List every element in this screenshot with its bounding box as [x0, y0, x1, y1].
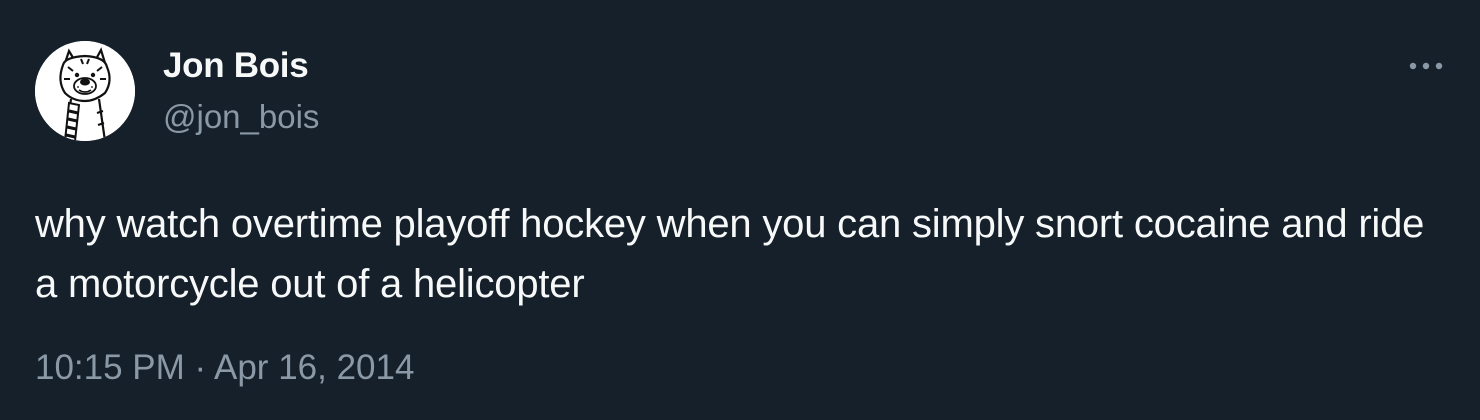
- tweet-timestamp: 10:15 PM · Apr 16, 2014: [35, 348, 414, 388]
- tweet-text: why watch overtime playoff hockey when y…: [35, 202, 1425, 306]
- separator-dot: ·: [194, 348, 207, 387]
- tweet-date[interactable]: Apr 16, 2014: [214, 348, 414, 387]
- tweet-card: Jon Bois @jon_bois why watch overtime pl…: [0, 0, 1480, 420]
- more-options-icon: [1409, 62, 1443, 70]
- author-display-name[interactable]: Jon Bois: [163, 46, 309, 86]
- avatar[interactable]: [35, 41, 135, 141]
- tweet-time[interactable]: 10:15 PM: [35, 348, 185, 387]
- author-handle[interactable]: @jon_bois: [163, 98, 319, 136]
- tiger-avatar-icon: [35, 41, 135, 141]
- more-options-button[interactable]: [1404, 50, 1448, 82]
- meta-separator: ·: [195, 348, 214, 387]
